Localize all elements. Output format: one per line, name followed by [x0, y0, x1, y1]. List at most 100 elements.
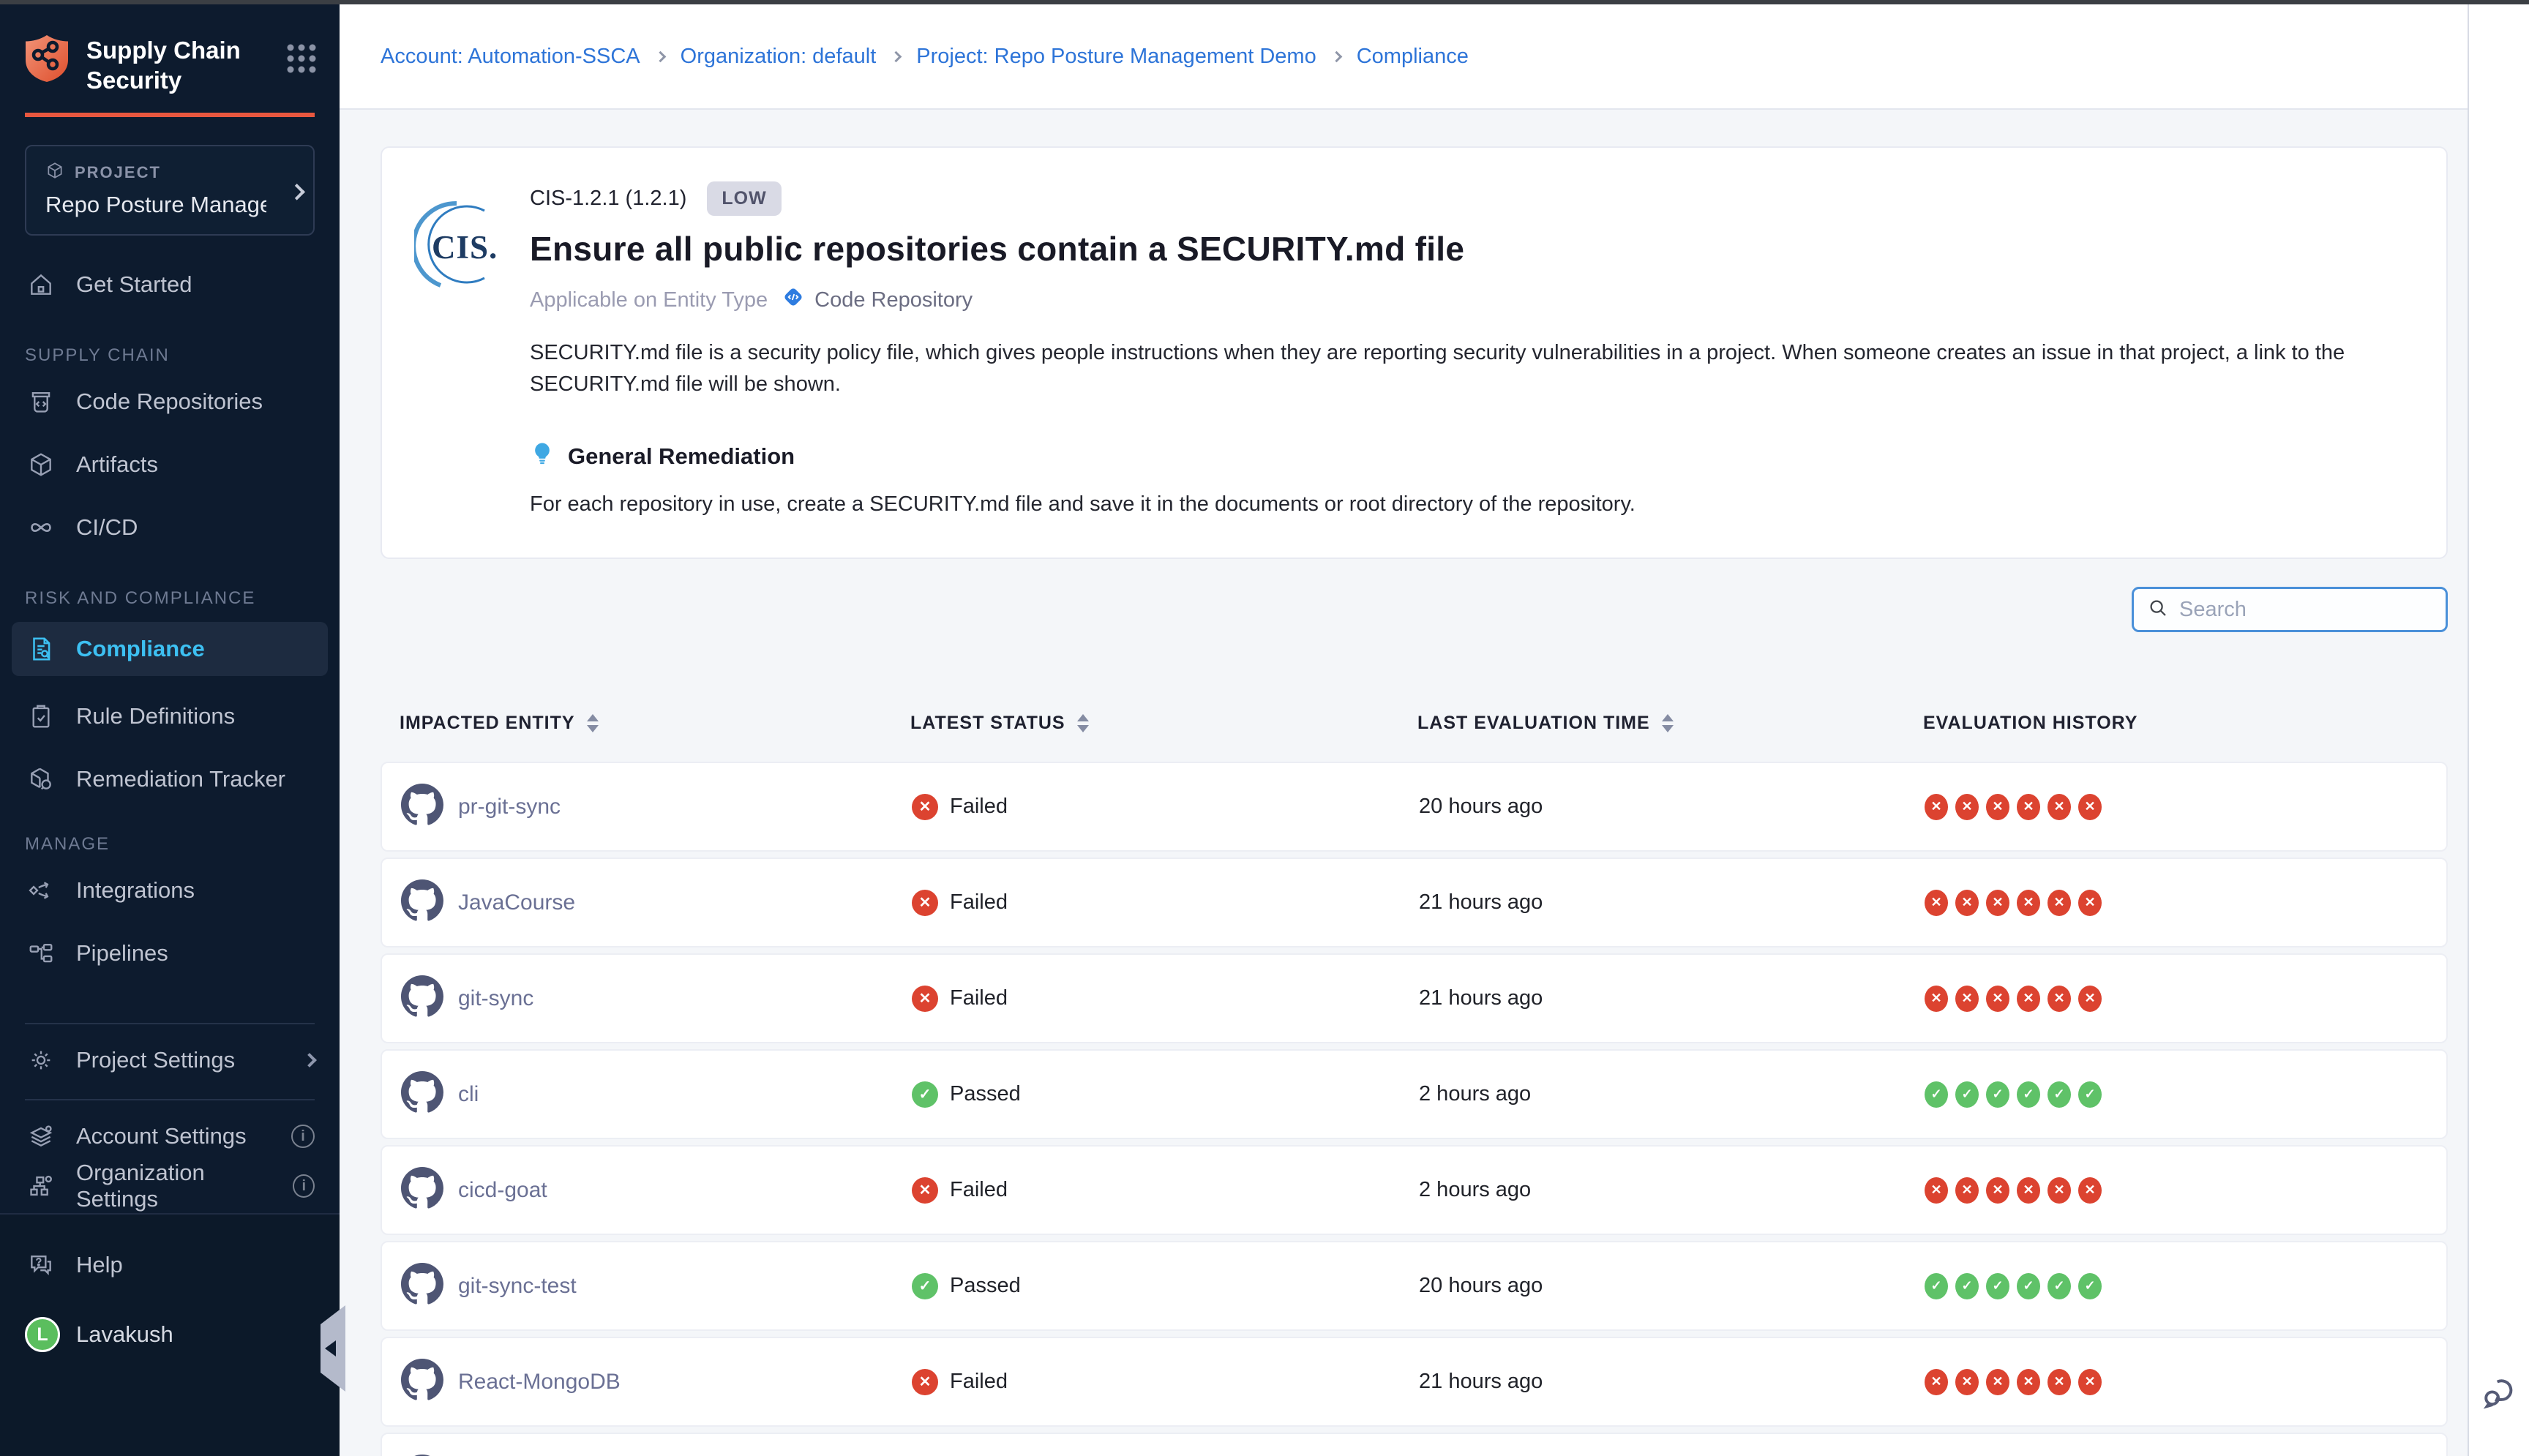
history-pass-icon: ✓ [2078, 1273, 2102, 1299]
sort-icon [587, 714, 599, 732]
sidebar-item-rule-definitions[interactable]: Rule Definitions [0, 694, 340, 739]
sidebar-item-remediation-tracker[interactable]: Remediation Tracker [0, 757, 340, 802]
status-icon: ✓ [912, 1081, 938, 1108]
sidebar-item-integrations[interactable]: Integrations [0, 868, 340, 913]
entity-name-link[interactable]: git-sync-test [458, 1274, 577, 1299]
history-fail-icon: ✕ [1986, 1177, 2009, 1204]
breadcrumb-project-link[interactable]: Project: Repo Posture Management Demo [916, 45, 1316, 69]
info-icon[interactable] [293, 1174, 315, 1198]
sidebar-item-project-settings[interactable]: Project Settings [0, 1037, 340, 1083]
history-fail-icon: ✕ [1955, 794, 1979, 820]
sidebar-item-artifacts[interactable]: Artifacts [0, 442, 340, 487]
history-fail-icon: ✕ [1925, 1177, 1948, 1204]
evaluation-history: ✓✓✓✓✓✓ [1925, 1273, 2446, 1299]
sidebar-divider [25, 1023, 315, 1024]
module-accent-line [25, 113, 315, 117]
user-menu[interactable]: L Lavakush [0, 1317, 340, 1352]
user-name: Lavakush [76, 1321, 173, 1348]
sidebar-item-cicd[interactable]: CI/CD [0, 505, 340, 550]
rule-description: SECURITY.md file is a security policy fi… [530, 337, 2402, 400]
table-row[interactable]: ✓ ✓✓✓✓✓✓ [381, 1433, 2448, 1456]
status-icon: ✕ [912, 986, 938, 1012]
table-row[interactable]: cicd-goat ✕ Failed 2 hours ago ✕✕✕✕✕✕ [381, 1145, 2448, 1235]
breadcrumb: Account: Automation-SSCA Organization: d… [381, 45, 1469, 69]
sidebar-item-organization-settings[interactable]: Organization Settings [0, 1163, 340, 1209]
cis-logo: CIS. [414, 181, 530, 517]
status-icon: ✕ [912, 794, 938, 820]
history-fail-icon: ✕ [1986, 890, 2009, 916]
entity-type-tag[interactable]: Code Repository [781, 285, 973, 315]
module-switcher-grid-icon[interactable] [284, 41, 319, 80]
search-icon [2147, 597, 2169, 623]
entity-name-link[interactable]: git-sync [458, 986, 533, 1011]
history-fail-icon: ✕ [2078, 986, 2102, 1012]
search-input[interactable] [2179, 598, 2455, 622]
evaluation-history: ✓✓✓✓✓✓ [1925, 1081, 2446, 1108]
table-row[interactable]: JavaCourse ✕ Failed 21 hours ago ✕✕✕✕✕✕ [381, 858, 2448, 947]
breadcrumb-organization-link[interactable]: Organization: default [681, 45, 877, 69]
section-header-supply-chain: SUPPLY CHAIN [0, 345, 340, 366]
column-header-impacted-entity[interactable]: IMPACTED ENTITY [381, 713, 910, 734]
sidebar-item-help[interactable]: Help [0, 1242, 340, 1288]
remediation-title: General Remediation [568, 443, 795, 470]
table-toolbar [381, 587, 2448, 632]
history-pass-icon: ✓ [2047, 1273, 2071, 1299]
sidebar-item-get-started[interactable]: Get Started [0, 262, 340, 307]
history-fail-icon: ✕ [1955, 1177, 1979, 1204]
history-fail-icon: ✕ [1925, 1369, 1948, 1395]
cis-logo-text: CIS. [432, 228, 498, 266]
rule-id: CIS-1.2.1 (1.2.1) [530, 187, 686, 211]
sidebar: Supply Chain Security PROJECT Repo Postu… [0, 4, 340, 1456]
evaluation-history: ✕✕✕✕✕✕ [1925, 794, 2446, 820]
sidebar-item-compliance[interactable]: Compliance [12, 622, 328, 676]
evaluation-history: ✕✕✕✕✕✕ [1925, 986, 2446, 1012]
entity-name-link[interactable]: pr-git-sync [458, 795, 561, 819]
entity-name-link[interactable]: cicd-goat [458, 1178, 547, 1203]
sidebar-item-code-repositories[interactable]: Code Repositories [0, 379, 340, 424]
chat-support-icon[interactable] [2479, 1373, 2519, 1418]
history-pass-icon: ✓ [2047, 1081, 2071, 1108]
status-icon: ✓ [912, 1273, 938, 1299]
github-icon [401, 784, 443, 830]
history-fail-icon: ✕ [1925, 890, 1948, 916]
sidebar-item-pipelines[interactable]: Pipelines [0, 931, 340, 976]
search-box[interactable] [2132, 587, 2448, 632]
history-fail-icon: ✕ [2078, 890, 2102, 916]
column-header-latest-status[interactable]: LATEST STATUS [910, 713, 1417, 734]
history-fail-icon: ✕ [2078, 1369, 2102, 1395]
history-pass-icon: ✓ [1955, 1273, 1979, 1299]
last-evaluation-time: 21 hours ago [1419, 986, 1925, 1010]
table-row[interactable]: git-sync ✕ Failed 21 hours ago ✕✕✕✕✕✕ [381, 953, 2448, 1043]
status-icon: ✕ [912, 1369, 938, 1395]
app-logo-row: Supply Chain Security [0, 4, 340, 95]
table-row[interactable]: cli ✓ Passed 2 hours ago ✓✓✓✓✓✓ [381, 1049, 2448, 1139]
github-icon [401, 975, 443, 1021]
table-row[interactable]: React-MongoDB ✕ Failed 21 hours ago ✕✕✕✕… [381, 1337, 2448, 1427]
entity-name-link[interactable]: cli [458, 1082, 479, 1107]
breadcrumb-separator-icon [654, 50, 666, 62]
entity-name-link[interactable]: React-MongoDB [458, 1370, 621, 1395]
sort-icon [1077, 714, 1089, 732]
column-header-last-evaluation-time[interactable]: LAST EVALUATION TIME [1417, 713, 1923, 734]
history-fail-icon: ✕ [1925, 794, 1948, 820]
info-icon[interactable] [291, 1125, 315, 1148]
last-evaluation-time: 21 hours ago [1419, 890, 1925, 915]
status-label: Failed [950, 986, 1008, 1010]
table-row[interactable]: pr-git-sync ✕ Failed 20 hours ago ✕✕✕✕✕✕ [381, 762, 2448, 852]
help-chat-icon [25, 1251, 57, 1279]
breadcrumb-compliance-link[interactable]: Compliance [1357, 45, 1469, 69]
github-icon [401, 1167, 443, 1213]
table-row[interactable]: git-sync-test ✓ Passed 20 hours ago ✓✓✓✓… [381, 1241, 2448, 1331]
entity-name-link[interactable]: JavaCourse [458, 890, 575, 915]
history-fail-icon: ✕ [2047, 794, 2071, 820]
breadcrumb-account-link[interactable]: Account: Automation-SSCA [381, 45, 640, 69]
project-cube-icon [45, 161, 64, 184]
history-fail-icon: ✕ [2078, 1177, 2102, 1204]
status-label: Failed [950, 890, 1008, 915]
status-label: Passed [950, 1082, 1021, 1106]
app-title: Supply Chain Security [86, 34, 268, 95]
sidebar-item-account-settings[interactable]: Account Settings [0, 1114, 340, 1159]
github-icon [401, 1359, 443, 1405]
project-selector[interactable]: PROJECT Repo Posture Manage... [25, 145, 315, 236]
history-fail-icon: ✕ [1955, 890, 1979, 916]
